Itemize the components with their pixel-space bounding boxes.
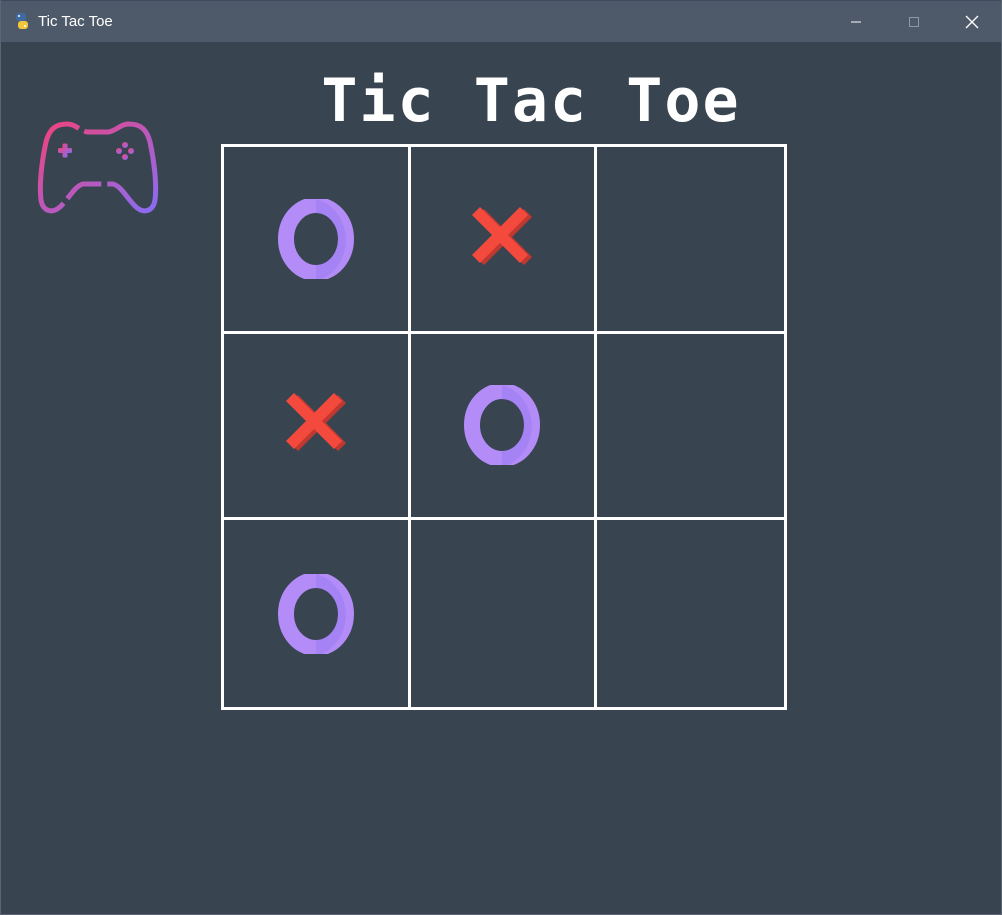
o-mark-icon [277, 573, 354, 654]
window-title: Tic Tac Toe [38, 13, 113, 30]
minimize-icon [851, 21, 861, 22]
game-title: Tic Tac Toe [321, 66, 741, 136]
game-board: O X X O O [221, 144, 787, 710]
board-cell[interactable]: O [410, 333, 598, 521]
python-snake-icon [16, 13, 28, 29]
x-mark-icon [472, 206, 533, 265]
board-cell[interactable] [597, 147, 784, 334]
board-cell[interactable] [597, 334, 784, 521]
o-mark-icon [277, 198, 354, 279]
board-cell[interactable] [597, 520, 784, 707]
board-cell[interactable]: O [224, 147, 411, 334]
o-mark-icon [464, 385, 541, 466]
minimize-button[interactable] [827, 1, 885, 42]
board-cell[interactable]: X [410, 147, 598, 334]
game-window: Tic Tac Toe Tic Tac Toe [0, 0, 1002, 915]
board-cell[interactable]: O [224, 520, 411, 707]
board-cell[interactable] [411, 520, 598, 707]
maximize-button[interactable] [885, 1, 943, 42]
board-cell[interactable]: X [224, 333, 411, 521]
maximize-icon [909, 16, 919, 27]
close-icon [965, 15, 979, 28]
close-button[interactable] [943, 1, 1001, 42]
gamepad-icon [37, 121, 159, 214]
x-mark-icon [285, 393, 346, 452]
title-bar[interactable]: Tic Tac Toe [1, 0, 1001, 42]
